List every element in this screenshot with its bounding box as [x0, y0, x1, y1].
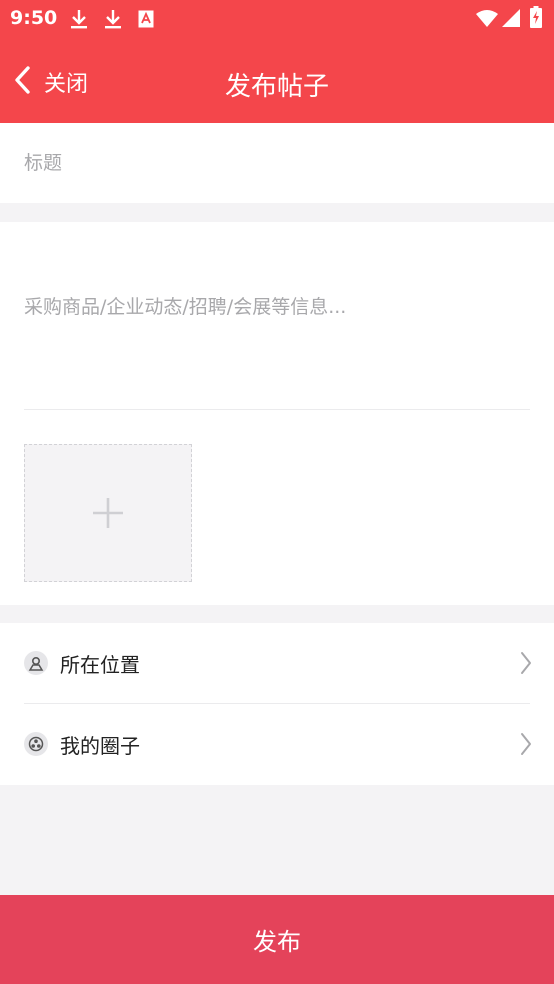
chevron-right-icon [520, 732, 532, 760]
my-circle-label: 我的圈子 [60, 734, 140, 758]
options-section: 所在位置 我的圈子 [0, 623, 554, 785]
a-app-icon [138, 10, 154, 32]
add-image-button[interactable] [24, 444, 192, 582]
my-circle-row[interactable]: 我的圈子 [0, 704, 554, 784]
location-row[interactable]: 所在位置 [0, 623, 554, 704]
circle-group-icon [24, 732, 48, 756]
title-section [0, 123, 554, 203]
chevron-right-icon [520, 651, 532, 679]
signal-icon [502, 9, 520, 31]
plus-icon [92, 497, 124, 533]
download-icon [70, 8, 88, 34]
download-icon [104, 8, 122, 34]
page-title: 发布帖子 [224, 72, 329, 102]
divider [24, 409, 530, 410]
publish-button[interactable]: 发布 [0, 895, 554, 984]
wifi-icon [476, 9, 498, 31]
app-bar: 关闭 发布帖子 [0, 38, 554, 123]
content-section [0, 222, 554, 605]
title-input[interactable] [24, 147, 524, 179]
status-time: 9:50 [10, 7, 58, 29]
status-bar: 9:50 [0, 0, 554, 38]
location-label: 所在位置 [60, 653, 140, 677]
location-icon [24, 651, 48, 675]
content-input[interactable] [24, 292, 530, 412]
battery-charging-icon [530, 6, 542, 32]
